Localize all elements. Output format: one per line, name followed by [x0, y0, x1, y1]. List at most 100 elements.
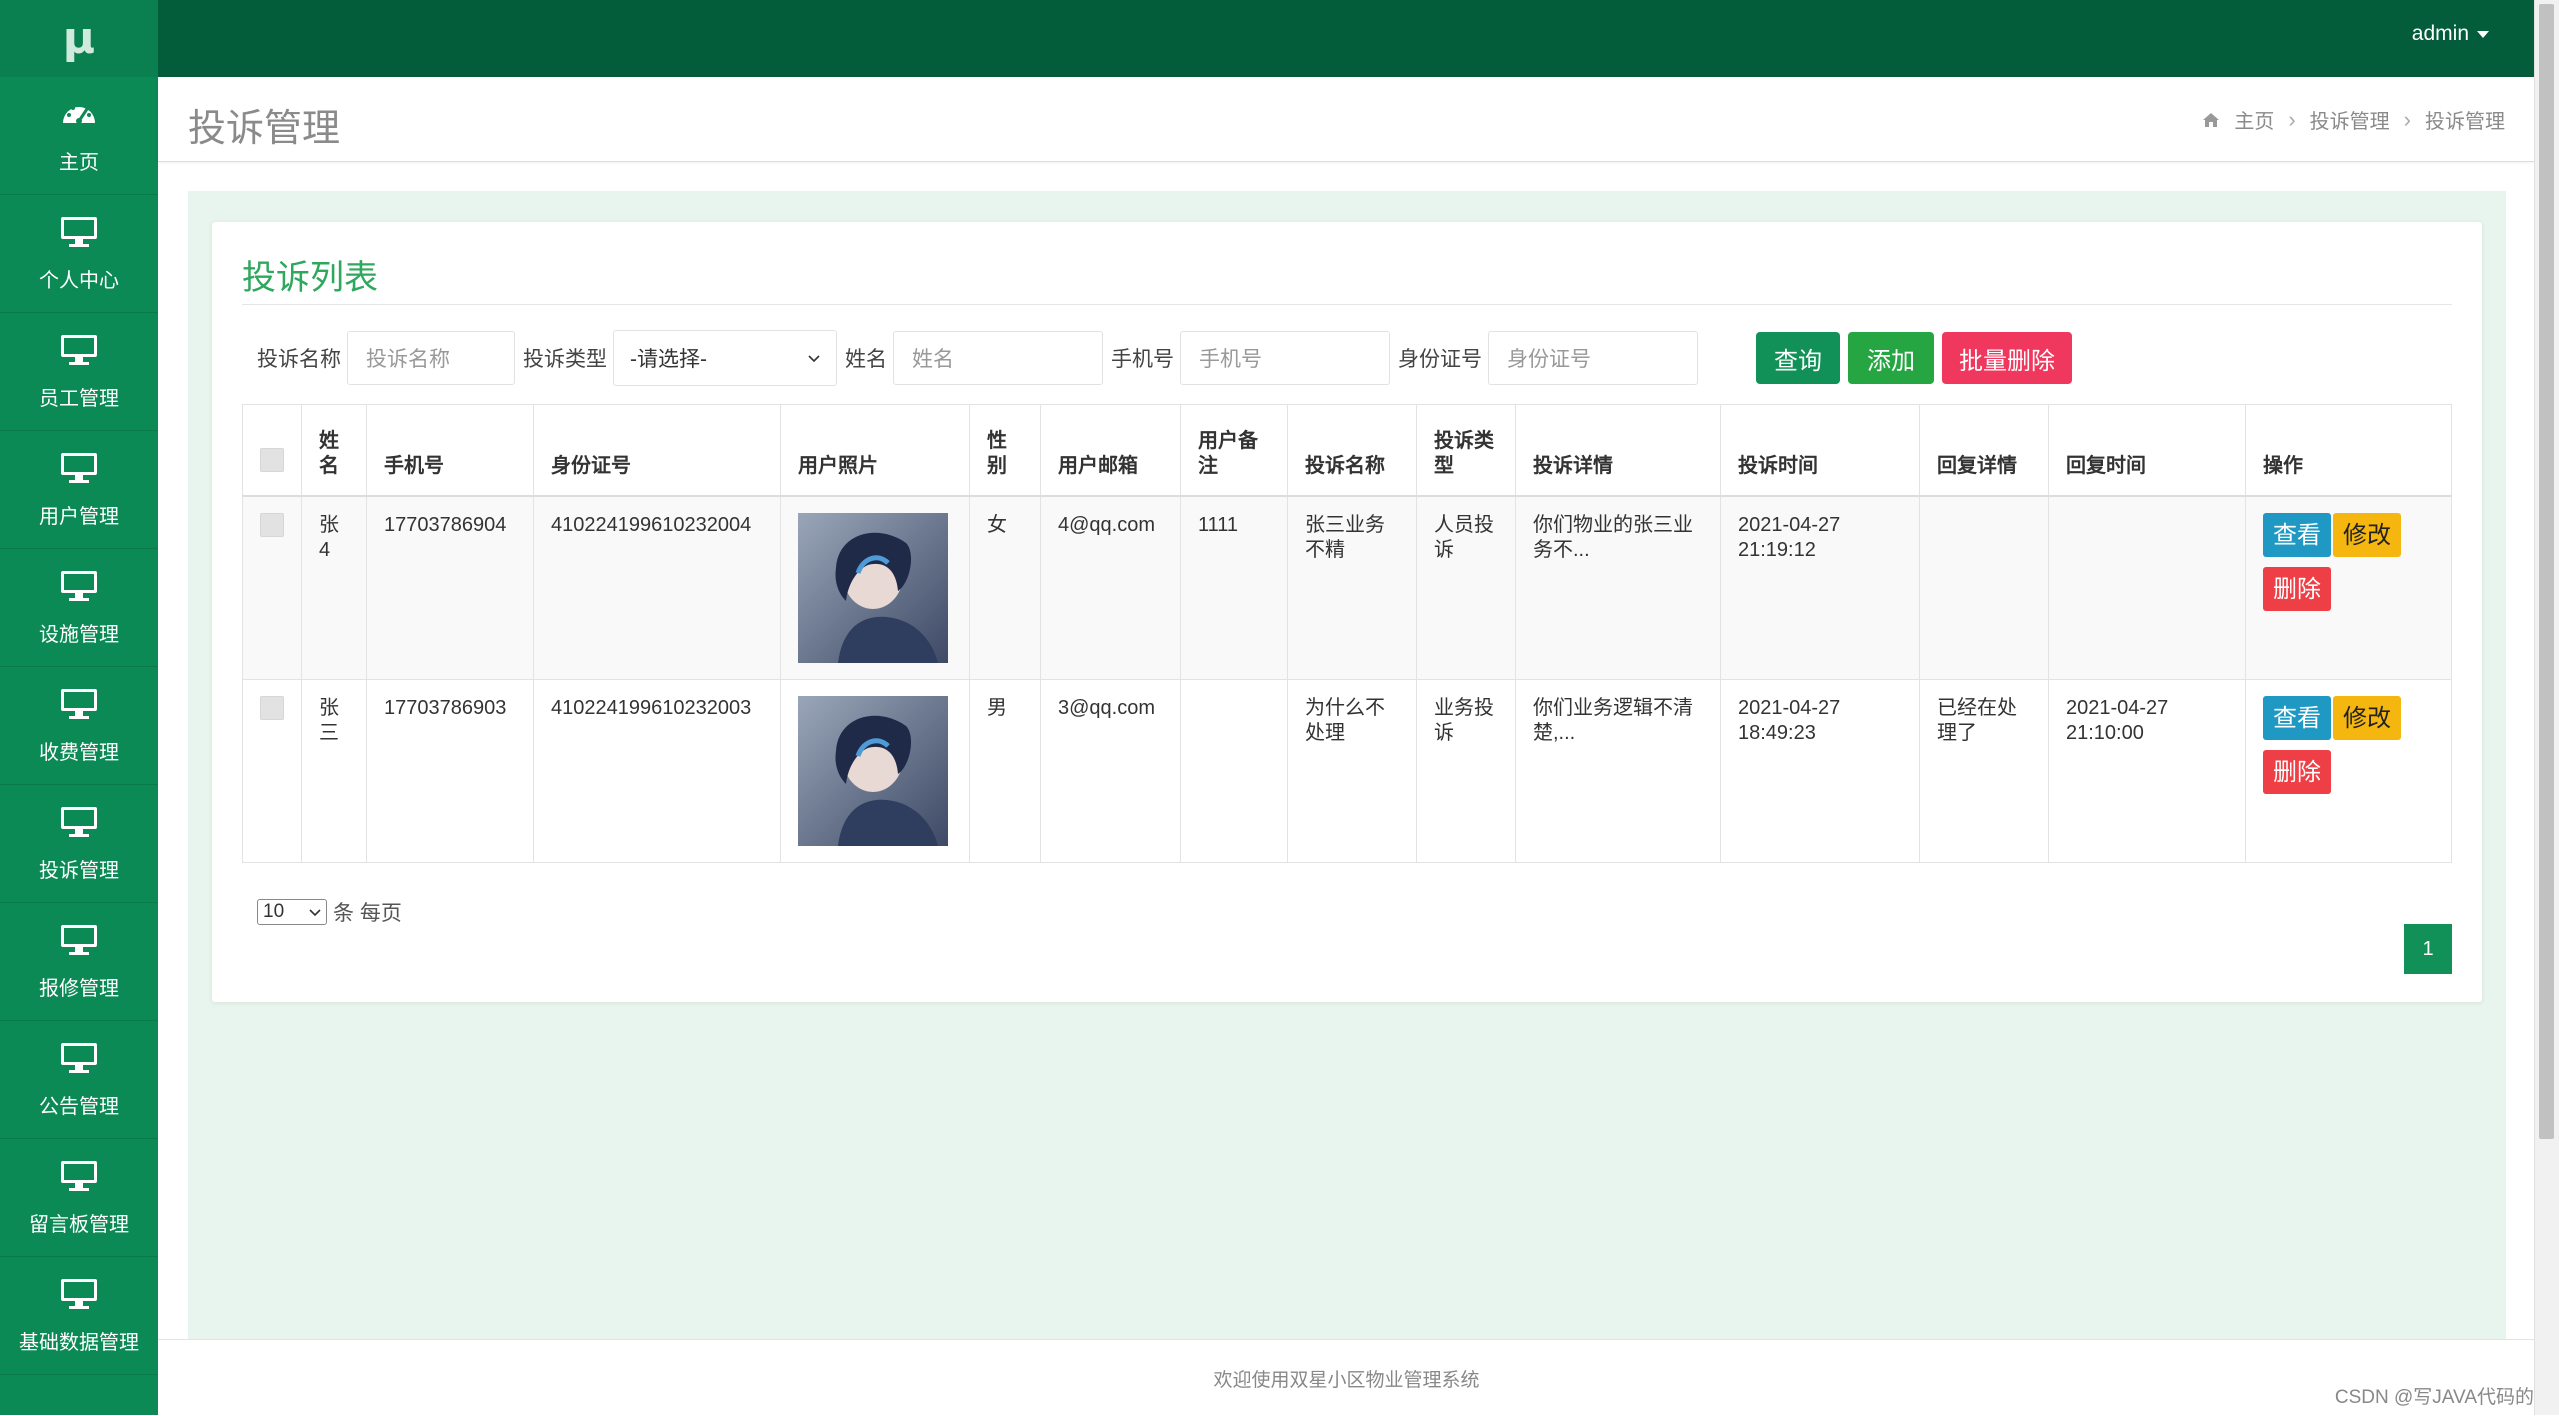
breadcrumb: 主页 › 投诉管理 › 投诉管理 [2202, 105, 2505, 134]
home-icon [2203, 112, 2220, 127]
query-button[interactable]: 查询 [1756, 332, 1840, 384]
select-all-checkbox[interactable] [260, 448, 284, 472]
filter-bar: 投诉名称 投诉名称 投诉类型 -请选择- 姓名 姓名 手机号 手机号 身份证号 … [257, 329, 2072, 387]
breadcrumb-home[interactable]: 主页 [2234, 105, 2274, 134]
phone-input[interactable]: 手机号 [1180, 331, 1390, 385]
sidebar-item-2[interactable]: 员工管理 [0, 313, 158, 431]
footer: 欢迎使用双星小区物业管理系统 [158, 1339, 2535, 1416]
sidebar-item-10[interactable]: 基础数据管理 [0, 1257, 158, 1375]
cell-operations: 查看 修改 删除 [2245, 495, 2452, 680]
page-size-control: 10 条 每页 [257, 897, 402, 927]
col-photo: 用户照片 [780, 404, 970, 497]
sidebar-item-0[interactable]: 主页 [0, 77, 158, 195]
complaint-type-label: 投诉类型 [523, 348, 607, 371]
complaint-table: 姓名 手机号 身份证号 用户照片 性别 用户邮箱 用户备注 投诉名称 投诉类型 … [242, 404, 2452, 863]
user-photo [798, 696, 948, 846]
monitor-icon [59, 1277, 99, 1326]
person-name-input[interactable]: 姓名 [893, 331, 1103, 385]
sidebar-item-8[interactable]: 公告管理 [0, 1021, 158, 1139]
cell-phone: 17703786903 [366, 679, 534, 863]
scrollbar-thumb[interactable] [2539, 4, 2554, 1139]
col-note: 用户备注 [1180, 404, 1288, 497]
breadcrumb-current: 投诉管理 [2425, 111, 2505, 133]
user-photo [798, 513, 948, 663]
caret-down-icon [2477, 30, 2489, 38]
monitor-icon [59, 333, 99, 382]
page-size-select[interactable]: 10 [257, 899, 327, 925]
row-actions: 查看 修改 删除 [2263, 696, 2423, 804]
monitor-icon [59, 1159, 99, 1208]
col-reply-detail: 回复详情 [1919, 404, 2049, 497]
phone-label: 手机号 [1111, 348, 1174, 371]
complaint-type-selected: -请选择- [630, 348, 707, 371]
cell-gender: 女 [969, 495, 1041, 680]
cell-photo [780, 495, 970, 680]
sidebar-item-1[interactable]: 个人中心 [0, 195, 158, 313]
sidebar-item-label: 收费管理 [39, 741, 119, 764]
sidebar-item-label: 公告管理 [39, 1095, 119, 1118]
sidebar-item-9[interactable]: 留言板管理 [0, 1139, 158, 1257]
col-email: 用户邮箱 [1040, 404, 1181, 497]
app-logo[interactable]: μ [0, 0, 158, 77]
cell-email: 3@qq.com [1040, 679, 1181, 863]
sidebar-item-3[interactable]: 用户管理 [0, 431, 158, 549]
breadcrumb-item[interactable]: 投诉管理 [2310, 105, 2390, 134]
id-number-input[interactable]: 身份证号 [1488, 331, 1698, 385]
chevron-down-icon [309, 909, 321, 917]
cell-operations: 查看 修改 删除 [2245, 679, 2452, 863]
view-button[interactable]: 查看 [2263, 513, 2331, 557]
row-actions: 查看 修改 删除 [2263, 513, 2423, 621]
cell-idno: 410224199610232004 [533, 495, 781, 680]
table-row: 张4 17703786904 410224199610232004 女 4@qq.com… [242, 495, 2452, 680]
row-checkbox[interactable] [260, 513, 284, 537]
cell-reply_time [2048, 495, 2246, 680]
cell-phone: 17703786904 [366, 495, 534, 680]
complaint-type-select[interactable]: -请选择- [613, 330, 837, 386]
row-checkbox[interactable] [260, 696, 284, 720]
sidebar-item-5[interactable]: 收费管理 [0, 667, 158, 785]
dashboard-icon [59, 97, 99, 146]
delete-button[interactable]: 删除 [2263, 567, 2331, 611]
top-navbar: admin [158, 0, 2535, 77]
sidebar-item-label: 员工管理 [39, 387, 119, 410]
sidebar: μ 主页 个人中心员工管理用户管理设施管理收费管理投诉管理 报修管理公告管理留言板管… [0, 0, 158, 1415]
col-complaint-type: 投诉类型 [1416, 404, 1516, 497]
id-number-label: 身份证号 [1398, 348, 1482, 371]
page-header: 投诉管理 主页 › 投诉管理 › 投诉管理 [158, 77, 2535, 162]
sidebar-item-4[interactable]: 设施管理 [0, 549, 158, 667]
cell-gender: 男 [969, 679, 1041, 863]
sidebar-item-7[interactable]: 报修管理 [0, 903, 158, 1021]
vertical-scrollbar[interactable] [2534, 0, 2559, 1415]
user-menu[interactable]: admin [2412, 22, 2489, 46]
cell-time: 2021-04-27 21:19:12 [1720, 495, 1920, 680]
user-name: admin [2411, 22, 2469, 45]
monitor-icon [59, 215, 99, 264]
delete-button[interactable]: 删除 [2263, 750, 2331, 794]
complaint-name-input[interactable]: 投诉名称 [347, 331, 515, 385]
batch-delete-button[interactable]: 批量删除 [1942, 332, 2072, 384]
sidebar-item-6[interactable]: 投诉管理 [0, 785, 158, 903]
cell-name: 张三 [301, 679, 367, 863]
col-reply-time: 回复时间 [2048, 404, 2246, 497]
card-title: 投诉列表 [242, 259, 378, 297]
footer-text: 欢迎使用双星小区物业管理系统 [1213, 1369, 1480, 1391]
person-name-label: 姓名 [845, 348, 887, 371]
sidebar-item-label: 留言板管理 [29, 1213, 129, 1236]
cell-note [1180, 679, 1288, 863]
cell-title: 张三业务不精 [1287, 495, 1417, 680]
view-button[interactable]: 查看 [2263, 696, 2331, 740]
complaint-name-label: 投诉名称 [257, 348, 341, 371]
page-title: 投诉管理 [188, 108, 341, 150]
edit-button[interactable]: 修改 [2333, 513, 2401, 557]
page-button-current[interactable]: 1 [2404, 924, 2452, 974]
breadcrumb-separator: › [2288, 106, 2296, 132]
monitor-icon [59, 923, 99, 972]
sidebar-item-label: 用户管理 [39, 505, 119, 528]
col-name: 姓名 [301, 404, 367, 497]
edit-button[interactable]: 修改 [2333, 696, 2401, 740]
cell-detail: 你们物业的张三业务不... [1515, 495, 1721, 680]
add-button[interactable]: 添加 [1848, 332, 1934, 384]
per-page-label: 条 每页 [333, 902, 402, 925]
sidebar-item-label: 基础数据管理 [19, 1331, 139, 1354]
cell-email: 4@qq.com [1040, 495, 1181, 680]
